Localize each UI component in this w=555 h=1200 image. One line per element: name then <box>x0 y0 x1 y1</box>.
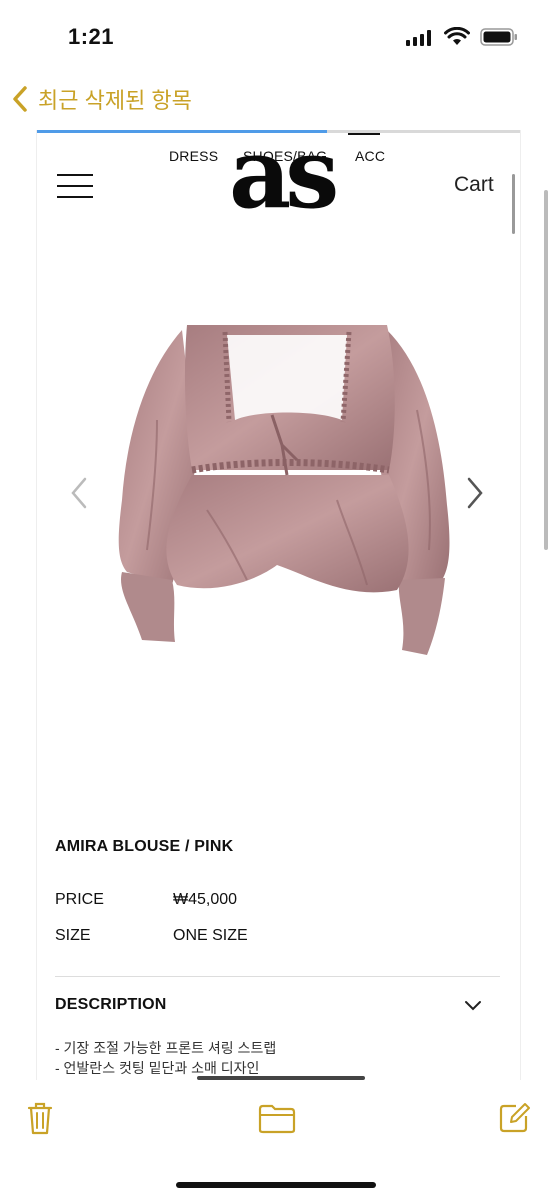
description-line: - 언발란스 컷팅 밑단과 소매 디자인 <box>55 1060 260 1076</box>
chevron-left-icon <box>13 86 27 112</box>
product-name: AMIRA BLOUSE / PINK <box>55 838 234 855</box>
compose-icon[interactable] <box>498 1102 530 1134</box>
photo-content: DRESS SHOES/BAG ACC as Cart AMIRA BLOUSE… <box>36 130 521 1080</box>
description-title[interactable]: DESCRIPTION <box>55 996 167 1014</box>
battery-icon <box>480 28 517 46</box>
cart-link[interactable]: Cart <box>454 173 494 197</box>
signal-icon <box>406 30 431 46</box>
category-acc[interactable]: ACC <box>355 148 385 164</box>
back-label: 최근 삭제된 항목 <box>38 88 192 113</box>
category-dress[interactable]: DRESS <box>169 148 218 164</box>
status-time: 1:21 <box>68 24 115 49</box>
wifi-icon <box>444 27 470 45</box>
arrow-left-icon[interactable] <box>69 476 89 510</box>
page-scrollbar <box>512 174 515 234</box>
description-line: - 기장 조절 가능한 프론트 셔링 스트랩 <box>55 1040 277 1056</box>
size-label: SIZE <box>55 927 91 944</box>
brand-logo[interactable]: as <box>229 130 339 222</box>
price-label: PRICE <box>55 891 104 908</box>
back-button[interactable]: 최근 삭제된 항목 <box>10 82 192 116</box>
category-active-indicator <box>348 133 380 135</box>
folder-icon[interactable] <box>258 1104 296 1134</box>
divider <box>55 976 500 977</box>
hamburger-icon[interactable] <box>57 172 93 200</box>
text-selection-bar <box>197 1076 365 1080</box>
home-indicator[interactable] <box>176 1182 376 1188</box>
price-value: ₩45,000 <box>173 891 238 908</box>
outer-scrollbar[interactable] <box>544 190 548 550</box>
size-value: ONE SIZE <box>173 927 248 944</box>
chevron-down-icon[interactable] <box>464 1000 482 1012</box>
trash-icon[interactable] <box>26 1100 54 1136</box>
product-image[interactable] <box>97 310 477 660</box>
